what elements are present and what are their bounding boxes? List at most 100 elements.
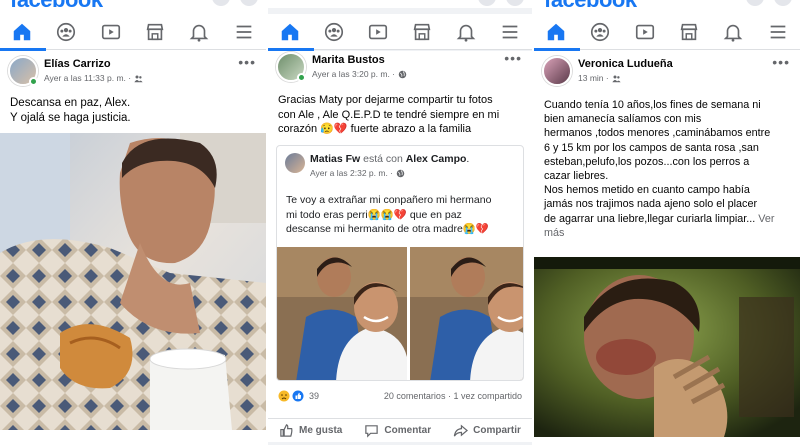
avatar[interactable]: [542, 56, 572, 86]
tab-watch[interactable]: [360, 14, 396, 50]
tab-groups[interactable]: [582, 14, 618, 50]
groups-icon: [324, 22, 344, 41]
more-options-icon[interactable]: •••: [772, 54, 790, 70]
tab-groups[interactable]: [316, 14, 352, 50]
see-more-link[interactable]: Ver: [758, 213, 774, 225]
avatar[interactable]: [276, 52, 306, 82]
comment-label: Comentar: [384, 425, 432, 436]
post-text-line: Descansa en paz, Alex.: [10, 97, 131, 109]
photo-boy-in-dim-room: [534, 257, 800, 437]
author-name[interactable]: Veronica Ludueña: [578, 58, 673, 70]
facebook-logo[interactable]: facebook: [10, 0, 103, 8]
reactions-summary[interactable]: 39: [278, 390, 319, 402]
tab-groups[interactable]: [48, 14, 84, 50]
post-text: Descansa en paz, Alex. Y ojalá se haga j…: [10, 96, 256, 126]
more-options-icon[interactable]: •••: [504, 50, 522, 66]
tab-menu[interactable]: [226, 14, 262, 50]
messenger-icon[interactable]: [774, 0, 792, 6]
timestamp[interactable]: Ayer a las 11:33 p. m. ·: [44, 73, 131, 83]
tab-marketplace[interactable]: [404, 14, 440, 50]
shared-photo-right[interactable]: [410, 247, 523, 380]
post-meta: Ayer a las 11:33 p. m. ·: [44, 73, 143, 83]
comment-button[interactable]: Comentar: [364, 423, 431, 438]
marketplace-icon: [680, 23, 698, 40]
tab-notifications[interactable]: [181, 14, 217, 50]
tab-menu[interactable]: [492, 14, 528, 50]
tab-marketplace[interactable]: [671, 14, 707, 50]
reaction-count: 39: [309, 391, 320, 401]
timestamp[interactable]: Ayer a las 3:20 p. m. ·: [312, 69, 395, 79]
more-options-icon[interactable]: •••: [238, 54, 256, 70]
post-header: Elías Carrizo Ayer a las 11:33 p. m. · •…: [0, 52, 266, 90]
post-text-line: hermanos ,todos menores ,caminábamos ent…: [544, 127, 771, 140]
post-panel-elias: facebook Elías Carrizo Ayer a las 11:33 …: [0, 0, 266, 445]
post-text-line: Gracias Maty por dejarme compartir tu fo…: [278, 94, 493, 106]
sad-reaction-icon: [278, 390, 290, 402]
post-text-line: cazar liebres.: [544, 170, 609, 183]
post-text-line: con Ale , Ale Q.E.P.D te tendré siempre …: [278, 108, 500, 121]
groups-icon: [57, 22, 76, 41]
see-more-link-continued[interactable]: más: [544, 226, 794, 240]
messenger-icon[interactable]: [240, 0, 258, 6]
marketplace-icon: [413, 23, 431, 40]
post-text-line: de agarrar una liebre,llegar curiarla li…: [544, 212, 756, 225]
post-text-line-last: de agarrar una liebre,llegar curiarla li…: [544, 212, 794, 226]
bell-icon: [190, 24, 209, 42]
post-text: Cuando tenía 10 años,los fines de semana…: [544, 98, 794, 240]
comment-icon: [365, 425, 379, 438]
post-header: Marita Bustos Ayer a las 3:20 p. m. · ••…: [268, 48, 532, 86]
search-icon[interactable]: [212, 0, 230, 6]
period: .: [466, 153, 470, 165]
bell-icon: [724, 24, 743, 42]
tab-watch[interactable]: [93, 14, 129, 50]
tab-watch[interactable]: [627, 14, 663, 50]
tab-marketplace[interactable]: [137, 14, 173, 50]
post-meta: Ayer a las 3:20 p. m. ·: [312, 69, 407, 79]
menu-icon: [502, 25, 518, 38]
tab-notifications[interactable]: [448, 14, 484, 50]
share-count[interactable]: 1 vez compartido: [453, 391, 522, 401]
shared-author-line: Matias Fw está con Alex Campo.: [310, 153, 469, 165]
share-label: Compartir: [473, 425, 521, 436]
post-text-line: corazón 😥💔 fuerte abrazo a la familia: [278, 123, 472, 135]
search-icon[interactable]: [478, 0, 496, 6]
tab-home[interactable]: [0, 14, 47, 51]
post-text-line: Y ojalá se haga justicia.: [10, 112, 131, 124]
shared-text-line: descanse mi hermanito de otra madre😭💔: [286, 223, 489, 235]
watch-icon: [635, 24, 654, 39]
groups-icon: [591, 22, 610, 41]
avatar[interactable]: [285, 153, 305, 173]
post-text-line: Nos hemos metido en cuanto campo había: [544, 184, 750, 197]
globe-icon: [398, 70, 407, 78]
author-name[interactable]: Marita Bustos: [312, 54, 385, 66]
photo-two-boys-selfie: [410, 247, 523, 380]
tab-home[interactable]: [268, 14, 314, 51]
post-photo[interactable]: [534, 257, 800, 437]
post-header: Veronica Ludueña 13 min · •••: [534, 52, 800, 90]
photo-young-man-with-croissant: [0, 133, 266, 430]
tab-notifications[interactable]: [715, 14, 751, 50]
home-icon: [13, 23, 31, 40]
search-icon[interactable]: [746, 0, 764, 6]
avatar[interactable]: [8, 56, 38, 86]
tab-home[interactable]: [534, 14, 581, 51]
home-icon: [281, 23, 299, 40]
shared-text: Te voy a extrañar mi conpañero mi herman…: [286, 193, 517, 237]
author-name[interactable]: Elías Carrizo: [44, 58, 111, 70]
timestamp[interactable]: 13 min ·: [578, 73, 609, 83]
tagged-name[interactable]: Alex Campo: [406, 153, 467, 165]
shared-post-card[interactable]: Matias Fw está con Alex Campo. Ayer a la…: [276, 145, 524, 381]
tab-menu[interactable]: [760, 14, 796, 50]
share-button[interactable]: Compartir: [453, 423, 521, 438]
like-button[interactable]: Me gusta: [279, 423, 342, 438]
post-panel-veronica: facebook Veronica Ludueña 13 min · •••: [534, 0, 800, 445]
post-photo[interactable]: [0, 133, 266, 430]
facebook-logo[interactable]: facebook: [544, 0, 637, 8]
menu-icon: [770, 25, 786, 38]
shared-photo-left[interactable]: [277, 247, 407, 380]
shared-author-name[interactable]: Matias Fw: [310, 153, 360, 165]
comment-count[interactable]: 20 comentarios: [384, 391, 446, 401]
timestamp[interactable]: Ayer a las 2:32 p. m. ·: [310, 168, 393, 178]
messenger-icon[interactable]: [506, 0, 524, 6]
nav-bar: [534, 14, 800, 51]
